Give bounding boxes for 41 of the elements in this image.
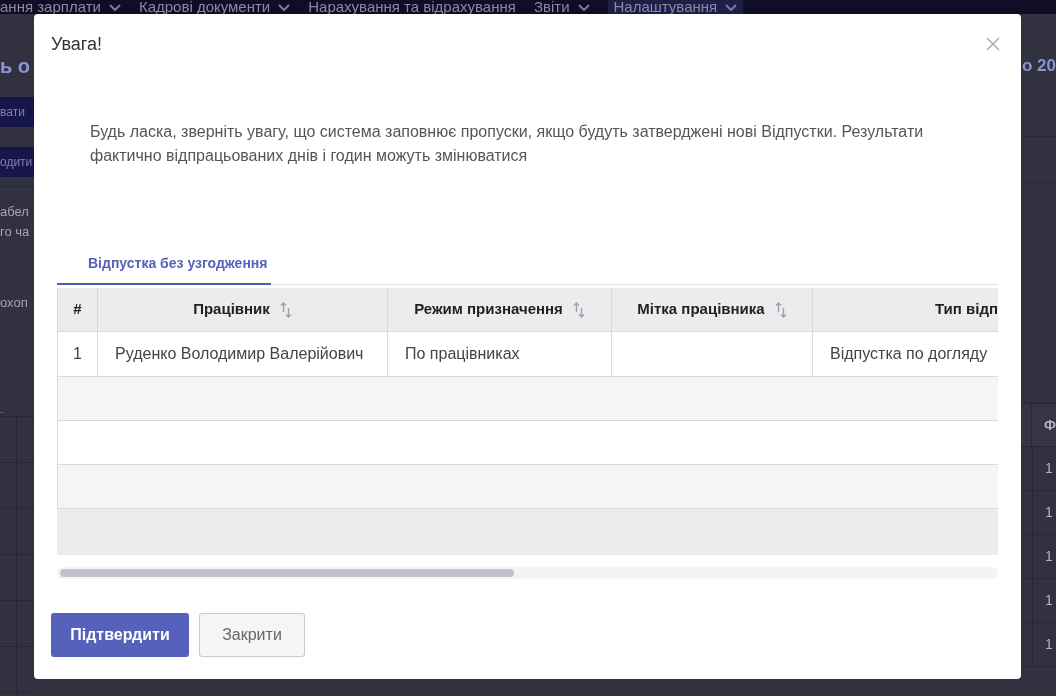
chevron-down-icon (278, 3, 291, 11)
chevron-down-icon (108, 3, 121, 11)
tab[interactable]: Відпустка без узгодження (57, 243, 272, 285)
page-text: абел го ча (0, 203, 31, 241)
confirm-button[interactable]: Підтвердити (51, 613, 189, 657)
table-cell: 1 (57, 332, 98, 377)
chevron-down-icon (577, 3, 590, 11)
page-title: ь о (0, 55, 32, 77)
table-cell: По працівниках (388, 332, 612, 377)
column-header[interactable]: Мітка працівника (612, 288, 813, 332)
page-button[interactable]: одити (0, 147, 34, 177)
sort-icon (279, 301, 292, 318)
dialog-title: Увага! (51, 33, 102, 55)
table-cell-text: 1 (1044, 635, 1053, 654)
message-text: Будь ласка, зверніть увагу, що система заповнює пропуски, якщо будуть затверджені нові Відпустки. Результати фактично відпрацьованих днів і годин можуть змінюватися (90, 122, 925, 166)
nav-menu-item[interactable]: Звіти (533, 0, 590, 14)
page-text: охоп (0, 294, 29, 312)
table-cell: Руденко Володимир Валерійович (98, 332, 388, 377)
table-cell-text: 1 (1044, 459, 1053, 478)
close-dialog-button[interactable]: Закрити (199, 613, 305, 657)
table-cell-text: 1 (1044, 591, 1053, 610)
scrollbar-thumb[interactable] (60, 569, 514, 577)
column-header[interactable]: Працівник (98, 288, 388, 332)
nav-menu-item[interactable]: Налаштування (607, 0, 744, 14)
nav-menu-item[interactable]: Нарахування та відрахування (308, 0, 516, 14)
nav-menu-item[interactable]: Кадрові документи (138, 0, 291, 14)
column-header: # (57, 288, 98, 332)
table-cell-text: 1 (1044, 503, 1053, 522)
column-header: Тип відп (813, 288, 998, 332)
horizontal-scrollbar[interactable] (57, 567, 998, 579)
nav-menu-item[interactable]: ання зарплати (0, 0, 121, 14)
column-header: Ф (1043, 415, 1056, 435)
sort-icon (572, 301, 585, 318)
close-icon (986, 37, 1000, 51)
table-cell-text: 1 (1044, 547, 1053, 566)
sort-icon (774, 301, 787, 318)
page-button[interactable]: вати (0, 97, 34, 127)
close-button[interactable] (986, 37, 1000, 51)
page-title: о 20 (1021, 55, 1056, 77)
chevron-down-icon (725, 3, 738, 11)
column-header[interactable]: Режим призначення (388, 288, 612, 332)
